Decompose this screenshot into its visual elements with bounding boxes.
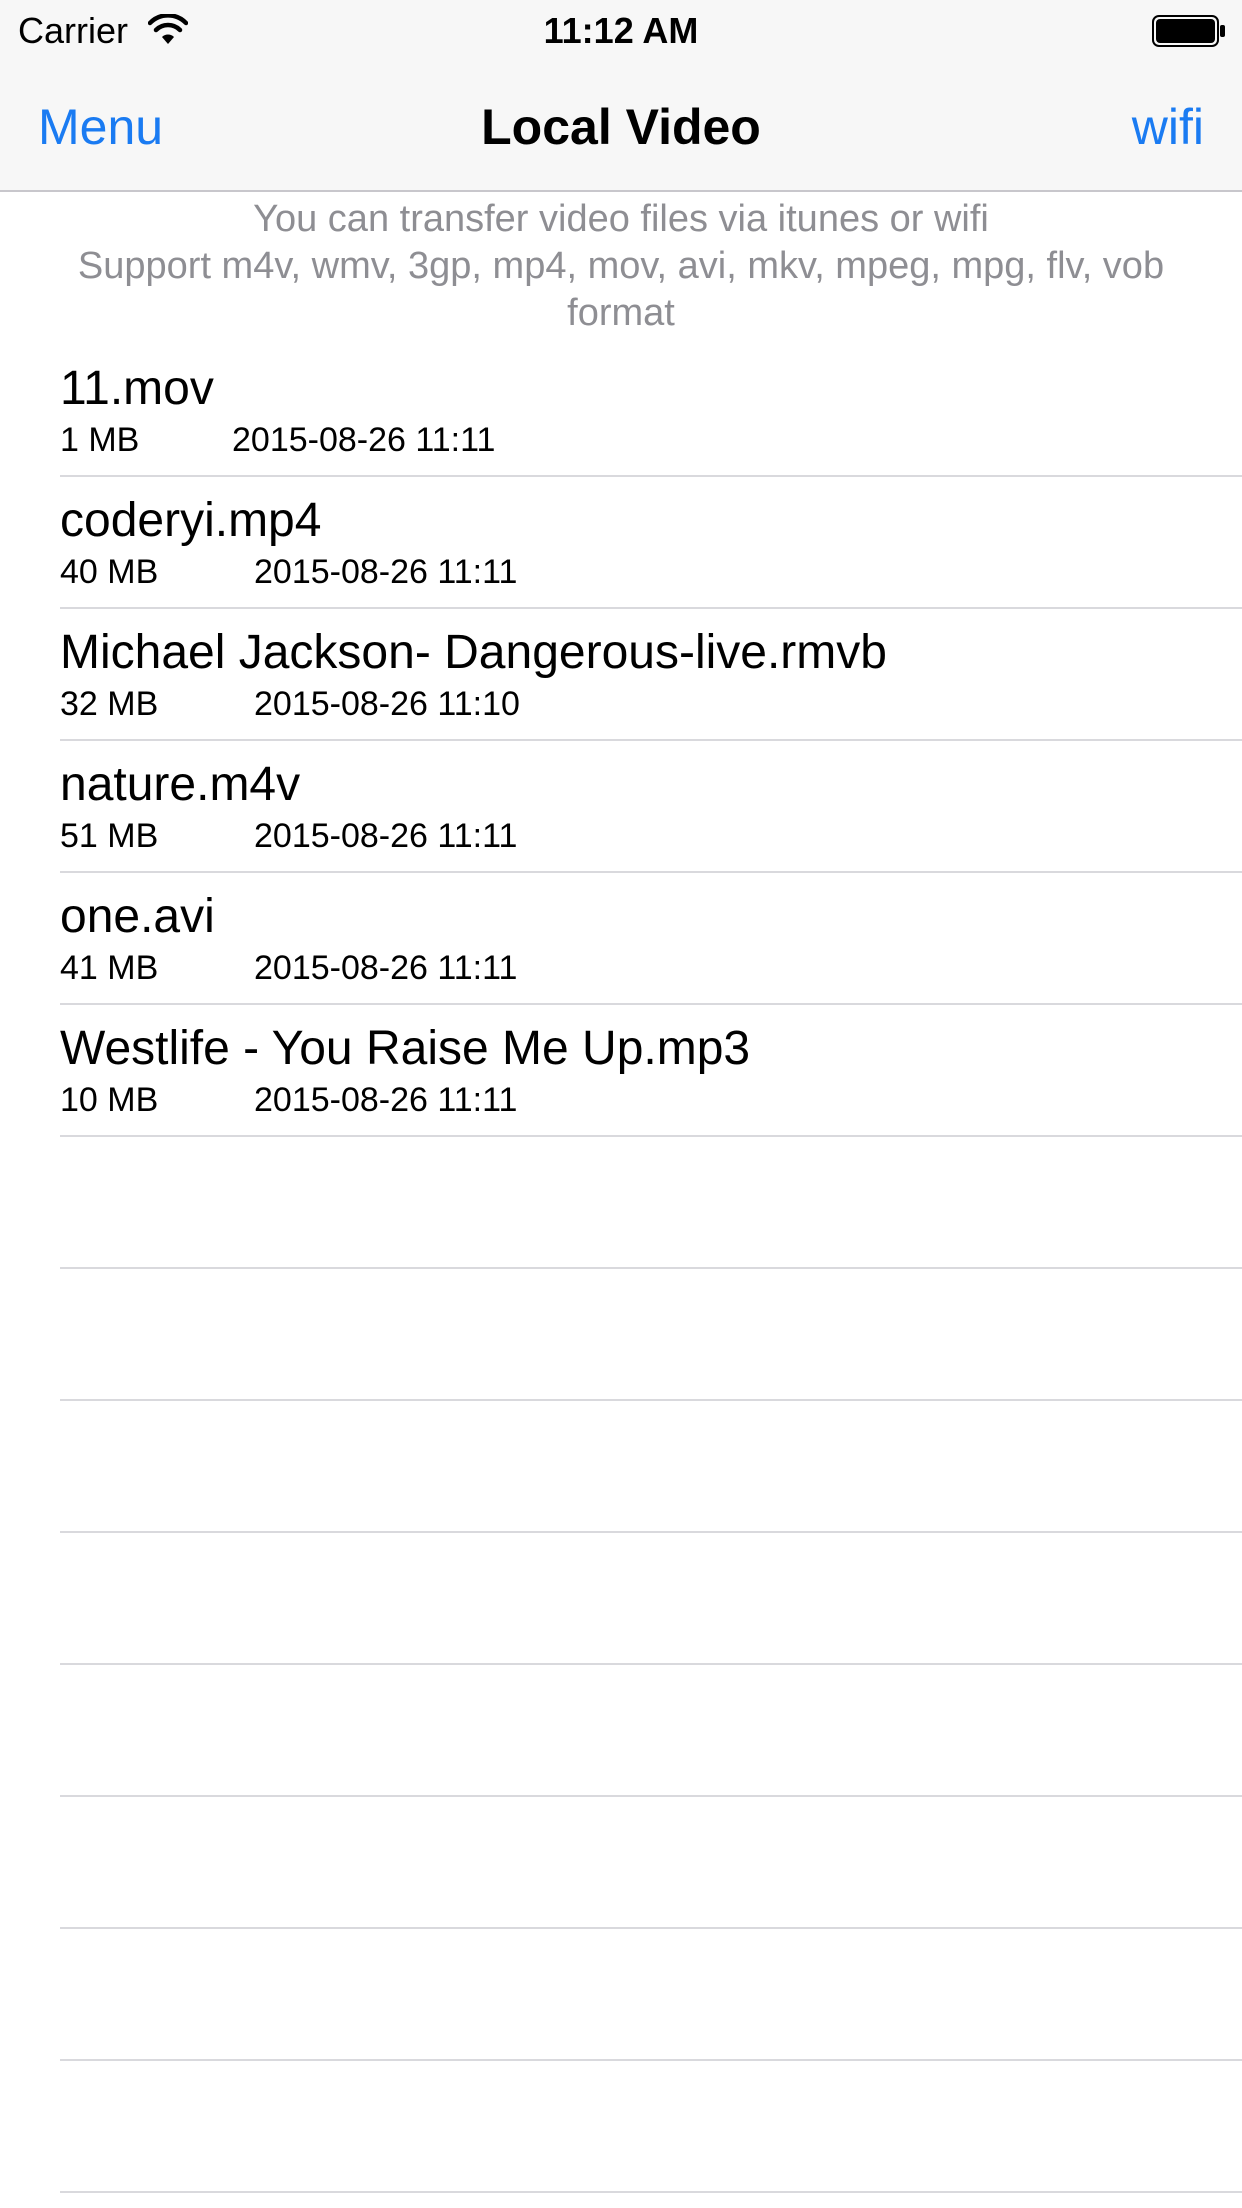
status-bar: Carrier 11:12 AM bbox=[0, 0, 1242, 62]
screen: Carrier 11:12 AM Menu Local Video wifi Y… bbox=[0, 0, 1242, 2208]
empty-row bbox=[0, 1401, 1242, 1533]
video-row[interactable]: nature.m4v 51 MB 2015-08-26 11:11 bbox=[0, 741, 1242, 873]
status-time: 11:12 AM bbox=[543, 10, 699, 51]
video-list: 11.mov 1 MB 2015-08-26 11:11 coderyi.mp4… bbox=[0, 345, 1242, 2193]
video-name: 11.mov bbox=[60, 362, 214, 415]
wifi-button[interactable]: wifi bbox=[1132, 98, 1204, 156]
video-size: 51 MB bbox=[60, 817, 159, 855]
video-name: one.avi bbox=[60, 890, 215, 943]
empty-row bbox=[0, 1533, 1242, 1665]
video-row[interactable]: Michael Jackson- Dangerous-live.rmvb 32 … bbox=[0, 609, 1242, 741]
video-name: Westlife - You Raise Me Up.mp3 bbox=[60, 1022, 751, 1075]
page-title: Local Video bbox=[481, 99, 761, 155]
empty-row bbox=[0, 1269, 1242, 1401]
battery-icon bbox=[1152, 14, 1226, 48]
video-row[interactable]: coderyi.mp4 40 MB 2015-08-26 11:11 bbox=[0, 477, 1242, 609]
video-size: 10 MB bbox=[60, 1081, 159, 1119]
video-size: 41 MB bbox=[60, 949, 159, 987]
video-date: 2015-08-26 11:11 bbox=[254, 949, 518, 987]
video-date: 2015-08-26 11:11 bbox=[232, 421, 496, 459]
supported-formats-continued: format bbox=[567, 292, 675, 334]
video-row[interactable]: one.avi 41 MB 2015-08-26 11:11 bbox=[0, 873, 1242, 1005]
video-name: nature.m4v bbox=[60, 758, 301, 811]
video-row[interactable]: Westlife - You Raise Me Up.mp3 10 MB 201… bbox=[0, 1005, 1242, 1137]
video-size: 1 MB bbox=[60, 421, 140, 459]
empty-row bbox=[0, 1137, 1242, 1269]
empty-row bbox=[0, 2061, 1242, 2193]
info-header: You can transfer video files via itunes … bbox=[20, 196, 1222, 337]
supported-formats: Support m4v, wmv, 3gp, mp4, mov, avi, mk… bbox=[77, 245, 1165, 287]
video-date: 2015-08-26 11:11 bbox=[254, 1081, 518, 1119]
empty-row bbox=[0, 1665, 1242, 1797]
video-date: 2015-08-26 11:10 bbox=[254, 685, 520, 723]
video-size: 40 MB bbox=[60, 553, 159, 591]
video-name: Michael Jackson- Dangerous-live.rmvb bbox=[60, 626, 887, 679]
video-name: coderyi.mp4 bbox=[60, 494, 322, 547]
transfer-hint: You can transfer video files via itunes … bbox=[253, 198, 989, 240]
top-bar: Carrier 11:12 AM Menu Local Video wifi bbox=[0, 0, 1242, 192]
empty-row bbox=[0, 1797, 1242, 1929]
video-date: 2015-08-26 11:11 bbox=[254, 817, 518, 855]
video-date: 2015-08-26 11:11 bbox=[254, 553, 518, 591]
video-size: 32 MB bbox=[60, 685, 159, 723]
navigation-bar: Menu Local Video wifi bbox=[0, 62, 1242, 190]
video-row[interactable]: 11.mov 1 MB 2015-08-26 11:11 bbox=[0, 345, 1242, 477]
empty-row bbox=[0, 1929, 1242, 2061]
